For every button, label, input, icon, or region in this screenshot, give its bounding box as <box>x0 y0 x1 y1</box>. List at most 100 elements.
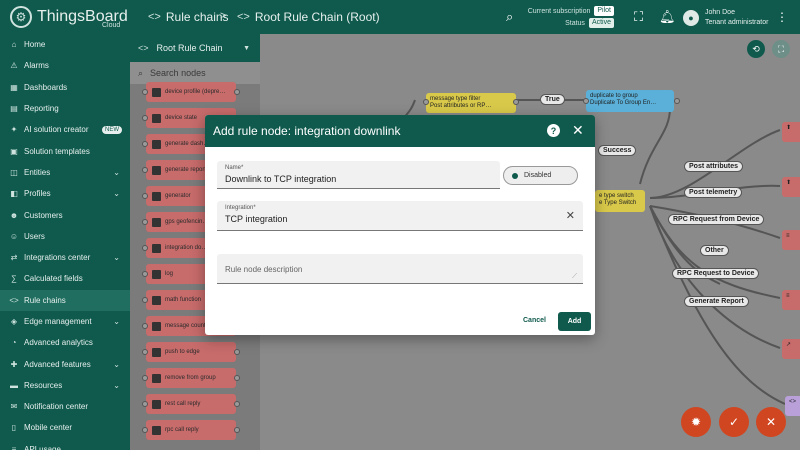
chevron-down-icon[interactable]: ⌄ <box>113 317 120 326</box>
search-input[interactable]: ⌕ Search nodes <box>130 62 260 84</box>
sidebar-item[interactable]: ▤ Reporting <box>0 98 130 119</box>
connection-label[interactable]: Other <box>700 245 729 256</box>
sidebar-item[interactable]: ∑ Calculated fields <box>0 268 130 289</box>
close-icon[interactable]: ✕ <box>572 122 584 139</box>
fullscreen-icon[interactable]: ⛶ <box>772 40 790 58</box>
connection-label[interactable]: True <box>540 94 565 105</box>
connection-label[interactable]: RPC Request from Device <box>668 214 765 225</box>
chevron-down-icon[interactable]: ⌄ <box>113 360 120 369</box>
sidebar-item[interactable]: ⚠ Alarms <box>0 55 130 76</box>
profiles-icon: ◧ <box>10 189 18 199</box>
node-port[interactable] <box>142 89 148 95</box>
user-menu[interactable]: ● John Doe Tenant administrator <box>683 8 768 28</box>
history-icon[interactable]: ⟲ <box>747 40 765 58</box>
node-port[interactable] <box>234 401 240 407</box>
chevron-down-icon[interactable]: ⌄ <box>113 168 120 177</box>
resize-handle-icon[interactable]: ⟋ <box>572 273 577 281</box>
node-port[interactable] <box>234 89 240 95</box>
clear-icon[interactable]: ✕ <box>566 209 575 222</box>
sidebar-item[interactable]: ▣ Solution templates <box>0 140 130 161</box>
node-port[interactable] <box>142 297 148 303</box>
disabled-toggle[interactable]: Disabled <box>503 166 578 185</box>
integration-value: TCP integration <box>225 214 288 224</box>
message-type-filter-node[interactable]: message type filter Post attributes or R… <box>426 93 516 113</box>
breadcrumb-rule-chains[interactable]: <> Rule chains <box>148 10 229 24</box>
cancel-button[interactable]: Cancel <box>523 317 546 324</box>
sidebar-item[interactable]: <> Rule chains <box>0 289 130 311</box>
caret-down-icon[interactable]: ▼ <box>243 45 250 52</box>
description-textarea[interactable]: Rule node description ⟋ <box>217 254 583 284</box>
node-port[interactable] <box>513 99 519 105</box>
connection-label[interactable]: Post telemetry <box>684 187 743 198</box>
target-node[interactable]: ≡ <box>782 230 800 250</box>
node-port[interactable] <box>142 141 148 147</box>
sidebar-item[interactable]: ▬ Resources ⌄ <box>0 375 130 396</box>
sidebar-item[interactable]: ⌂ Home <box>0 34 130 55</box>
node-port[interactable] <box>234 427 240 433</box>
sidebar-item[interactable]: ▦ Dashboards <box>0 77 130 98</box>
node-port[interactable] <box>234 349 240 355</box>
sidebar-item[interactable]: ✉ Notification center <box>0 396 130 417</box>
connection-label[interactable]: Success <box>598 145 637 156</box>
chevron-down-icon[interactable]: ⌄ <box>113 189 120 198</box>
message-type-switch-node[interactable]: e type switch e Type Switch <box>595 190 645 212</box>
node-type: e type switch <box>599 193 634 199</box>
sidebar-item[interactable]: ⇄ Integrations center ⌄ <box>0 247 130 268</box>
node-port[interactable] <box>142 193 148 199</box>
node-port[interactable] <box>583 98 589 104</box>
library-node[interactable]: rpc call reply <box>146 420 236 440</box>
node-port[interactable] <box>142 245 148 251</box>
node-port[interactable] <box>674 98 680 104</box>
more-vert-icon[interactable]: ⋮ <box>776 10 788 24</box>
node-port[interactable] <box>142 375 148 381</box>
subscription-badge[interactable]: Pilot <box>594 6 614 16</box>
node-port[interactable] <box>423 99 429 105</box>
target-node[interactable]: ⬆ <box>782 122 800 142</box>
library-node[interactable]: remove from group <box>146 368 236 388</box>
sidebar-item[interactable]: ▯ Mobile center <box>0 417 130 438</box>
connection-label[interactable]: Post attributes <box>684 161 744 172</box>
apply-changes-button[interactable]: ✓ <box>719 407 749 437</box>
debug-button[interactable]: ✹ <box>681 407 711 437</box>
sidebar-item[interactable]: ☺ Users <box>0 226 130 247</box>
sidebar-item[interactable]: ☻ Customers <box>0 204 130 225</box>
integration-select[interactable]: Integration* TCP integration ✕ <box>217 201 583 231</box>
sidebar-item[interactable]: ◈ Edge management ⌄ <box>0 311 130 332</box>
sidebar-item[interactable]: ◧ Profiles ⌄ <box>0 183 130 204</box>
library-node[interactable]: device profile (depre… <box>146 82 236 102</box>
sidebar-item[interactable]: ✚ Advanced features ⌄ <box>0 353 130 374</box>
library-node[interactable]: push to edge <box>146 342 236 362</box>
target-node[interactable]: ↗ <box>782 339 800 359</box>
add-button[interactable]: Add <box>558 312 591 331</box>
target-node[interactable]: <> <box>785 396 800 416</box>
duplicate-to-group-node[interactable]: duplicate to group Duplicate To Group En… <box>586 90 674 112</box>
search-icon[interactable]: ⌕ <box>506 9 513 25</box>
connection-label[interactable]: RPC Request to Device <box>672 268 760 279</box>
library-node[interactable]: rest call reply <box>146 394 236 414</box>
node-port[interactable] <box>142 115 148 121</box>
fullscreen-icon[interactable]: ⛶ <box>634 9 643 25</box>
node-port[interactable] <box>142 271 148 277</box>
node-port[interactable] <box>142 167 148 173</box>
sidebar-item[interactable]: ✦ AI solution creator NEW <box>0 119 130 140</box>
discard-changes-button[interactable]: ✕ <box>756 407 786 437</box>
sidebar-item[interactable]: ≡ API usage <box>0 439 130 450</box>
notifications-icon[interactable]: 🔔︎ <box>659 9 676 25</box>
node-port[interactable] <box>234 375 240 381</box>
node-port[interactable] <box>142 219 148 225</box>
target-node[interactable]: ≡ <box>782 290 800 310</box>
name-field[interactable]: Name* Downlink to TCP integration <box>217 161 500 189</box>
library-header[interactable]: <> Root Rule Chain ▼ <box>130 34 260 62</box>
node-port[interactable] <box>142 401 148 407</box>
sidebar-item[interactable]: ◔ Advanced analytics <box>0 332 130 353</box>
node-port[interactable] <box>142 349 148 355</box>
connection-label[interactable]: Generate Report <box>684 296 749 307</box>
sidebar-item-label: Reporting <box>24 104 59 114</box>
chevron-down-icon[interactable]: ⌄ <box>113 253 120 262</box>
target-node[interactable]: ⬆ <box>782 177 800 197</box>
node-port[interactable] <box>142 323 148 329</box>
chevron-down-icon[interactable]: ⌄ <box>113 381 120 390</box>
sidebar-item[interactable]: ◫ Entities ⌄ <box>0 162 130 183</box>
help-icon[interactable]: ? <box>547 124 560 137</box>
node-port[interactable] <box>142 427 148 433</box>
